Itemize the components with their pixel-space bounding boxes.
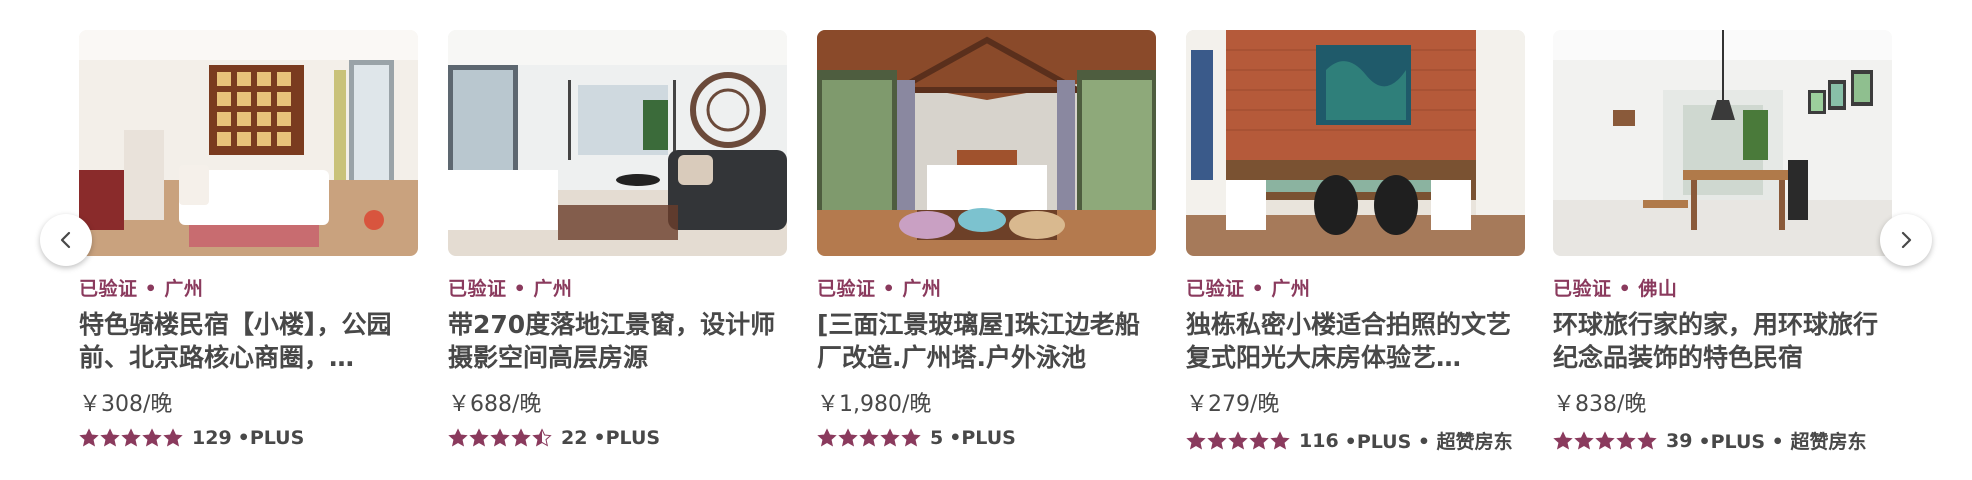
listing-location: 已验证 • 广州 [448,278,573,298]
star-icon [469,428,489,447]
listing-card[interactable]: 已验证 • 广州 带270度落地江景窗，设计师摄影空间高层房源 ￥688/晚 2… [448,30,787,449]
star-icon [1616,430,1636,449]
review-count: 116 [1299,429,1339,452]
listing-card[interactable]: 已验证 • 广州 特色骑楼民宿【小楼】，公园前、北京路核心商圈，… ￥308/晚… [79,30,418,449]
listing-rating: 39 •PLUS • 超赞房东 [1553,427,1892,454]
star-icon [1249,430,1269,449]
star-icon [838,428,858,447]
listing-rating: 22 •PLUS [448,427,787,449]
listing-photo[interactable] [1553,30,1892,256]
listing-carousel: 已验证 • 广州 特色骑楼民宿【小楼】，公园前、北京路核心商圈，… ￥308/晚… [0,0,1972,480]
listing-rating: 129 •PLUS [79,427,418,449]
listing-badges: •PLUS • 超赞房东 [1698,431,1867,453]
listing-badges: •PLUS [593,427,661,449]
carousel-next-button[interactable] [1880,214,1932,266]
review-count: 22 [561,427,588,449]
star-icon [121,428,141,447]
listing-title[interactable]: 带270度落地江景窗，设计师摄影空间高层房源 [448,308,787,374]
listing-location: 已验证 • 广州 [1186,278,1311,298]
star-icon [100,428,120,447]
review-count: 5 [930,427,944,449]
star-rating [448,428,553,448]
star-rating [79,428,184,448]
listing-price: ￥838/晚 [1553,392,1647,417]
star-icon [532,428,552,447]
star-icon [79,428,99,447]
listing-title[interactable]: 环球旅行家的家，用环球旅行纪念品装饰的特色民宿 [1553,308,1892,374]
star-rating [1186,430,1291,451]
listing-location: 已验证 • 广州 [79,278,204,298]
listing-photo[interactable] [1186,30,1525,256]
chevron-right-icon [1901,231,1912,249]
star-icon [1186,430,1206,449]
star-icon [817,428,837,447]
listing-badges: •PLUS [237,427,305,449]
star-rating [1553,430,1658,451]
carousel-prev-button[interactable] [40,214,92,266]
star-icon [1637,430,1657,449]
listing-rating: 5 •PLUS [817,427,1156,449]
listing-location: 已验证 • 佛山 [1553,278,1678,298]
star-icon [1553,430,1573,449]
star-icon [163,428,183,447]
listing-title[interactable]: [三面江景玻璃屋]珠江边老船厂改造.广州塔.户外泳池 [817,308,1156,374]
star-icon [1228,430,1248,449]
listing-price: ￥308/晚 [79,392,173,417]
listing-badges: •PLUS [949,427,1016,449]
listing-badges: •PLUS • 超赞房东 [1344,431,1513,453]
listing-price: ￥688/晚 [448,392,542,417]
listing-price: ￥1,980/晚 [817,392,932,417]
star-icon [1270,430,1290,449]
star-icon [448,428,468,447]
listing-card[interactable]: 已验证 • 广州 独栋私密小楼适合拍照的文艺复式阳光大床房体验艺… ￥279/晚… [1186,30,1525,454]
listing-title[interactable]: 特色骑楼民宿【小楼】，公园前、北京路核心商圈，… [79,308,418,374]
star-rating [817,428,922,448]
listing-photo[interactable] [79,30,418,256]
star-icon [142,428,162,447]
star-icon [1207,430,1227,449]
star-icon [1595,430,1615,449]
listing-rating: 116 •PLUS • 超赞房东 [1186,427,1525,454]
listing-location: 已验证 • 广州 [817,278,942,298]
listing-card[interactable]: 已验证 • 佛山 环球旅行家的家，用环球旅行纪念品装饰的特色民宿 ￥838/晚 … [1553,30,1892,454]
listing-price: ￥279/晚 [1186,392,1280,417]
star-icon [859,428,879,447]
chevron-left-icon [60,231,71,249]
listing-title[interactable]: 独栋私密小楼适合拍照的文艺复式阳光大床房体验艺… [1186,308,1525,374]
review-count: 39 [1666,429,1693,452]
listing-photo[interactable] [448,30,787,256]
star-icon [901,428,921,447]
star-icon [880,428,900,447]
listing-card[interactable]: 已验证 • 广州 [三面江景玻璃屋]珠江边老船厂改造.广州塔.户外泳池 ￥1,9… [817,30,1156,449]
star-icon [490,428,510,447]
review-count: 129 [192,427,232,449]
star-icon [1574,430,1594,449]
star-icon [511,428,531,447]
listing-photo[interactable] [817,30,1156,256]
